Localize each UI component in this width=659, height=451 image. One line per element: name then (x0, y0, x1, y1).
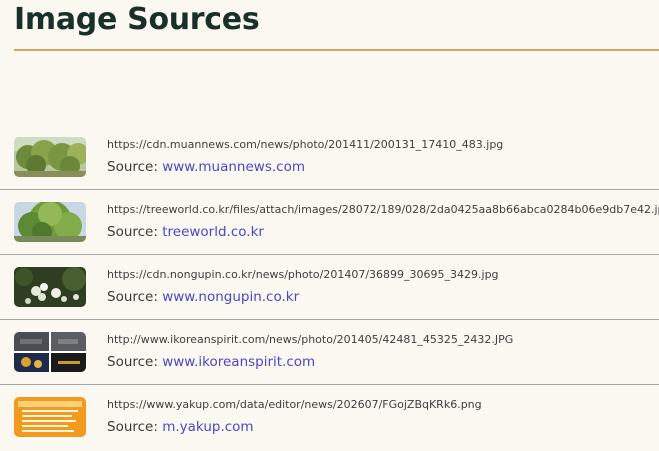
source-label: Source: (107, 419, 158, 435)
source-link[interactable]: www.nongupin.co.kr (162, 289, 299, 305)
source-line: Source: www.muannews.com (107, 159, 305, 175)
image-url: http://www.ikoreanspirit.com/news/photo/… (107, 333, 514, 346)
source-label: Source: (107, 354, 158, 370)
collage-photo-icon (14, 332, 86, 372)
source-link[interactable]: treeworld.co.kr (162, 224, 264, 240)
tree-photo-thumbnail[interactable] (14, 137, 86, 177)
source-line: Source: m.yakup.com (107, 419, 254, 435)
source-item: https://cdn.muannews.com/news/photo/2014… (0, 125, 659, 190)
source-item: https://treeworld.co.kr/files/attach/ima… (0, 190, 659, 255)
tree-photo-thumbnail[interactable] (14, 202, 86, 242)
tree-photo-icon (14, 137, 86, 177)
image-url: https://treeworld.co.kr/files/attach/ima… (107, 203, 659, 216)
document-photo-icon (14, 397, 86, 437)
source-label: Source: (107, 289, 158, 305)
source-item: https://www.yakup.com/data/editor/news/2… (0, 385, 659, 450)
source-label: Source: (107, 159, 158, 175)
source-line: Source: treeworld.co.kr (107, 224, 264, 240)
flower-photo-thumbnail[interactable] (14, 267, 86, 307)
source-item: https://cdn.nongupin.co.kr/news/photo/20… (0, 255, 659, 320)
source-line: Source: www.ikoreanspirit.com (107, 354, 315, 370)
collage-photo-thumbnail[interactable] (14, 332, 86, 372)
image-url: https://cdn.nongupin.co.kr/news/photo/20… (107, 268, 499, 281)
title-divider (14, 49, 659, 51)
document-photo-thumbnail[interactable] (14, 397, 86, 437)
source-line: Source: www.nongupin.co.kr (107, 289, 299, 305)
flower-photo-icon (14, 267, 86, 307)
source-label: Source: (107, 224, 158, 240)
page-title: Image Sources (14, 2, 260, 37)
image-url: https://cdn.muannews.com/news/photo/2014… (107, 138, 504, 151)
sources-list: https://cdn.muannews.com/news/photo/2014… (0, 125, 659, 450)
source-link[interactable]: m.yakup.com (162, 419, 253, 435)
source-link[interactable]: www.muannews.com (162, 159, 305, 175)
image-url: https://www.yakup.com/data/editor/news/2… (107, 398, 482, 411)
tree-photo-icon (14, 202, 86, 242)
source-item: http://www.ikoreanspirit.com/news/photo/… (0, 320, 659, 385)
source-link[interactable]: www.ikoreanspirit.com (162, 354, 315, 370)
